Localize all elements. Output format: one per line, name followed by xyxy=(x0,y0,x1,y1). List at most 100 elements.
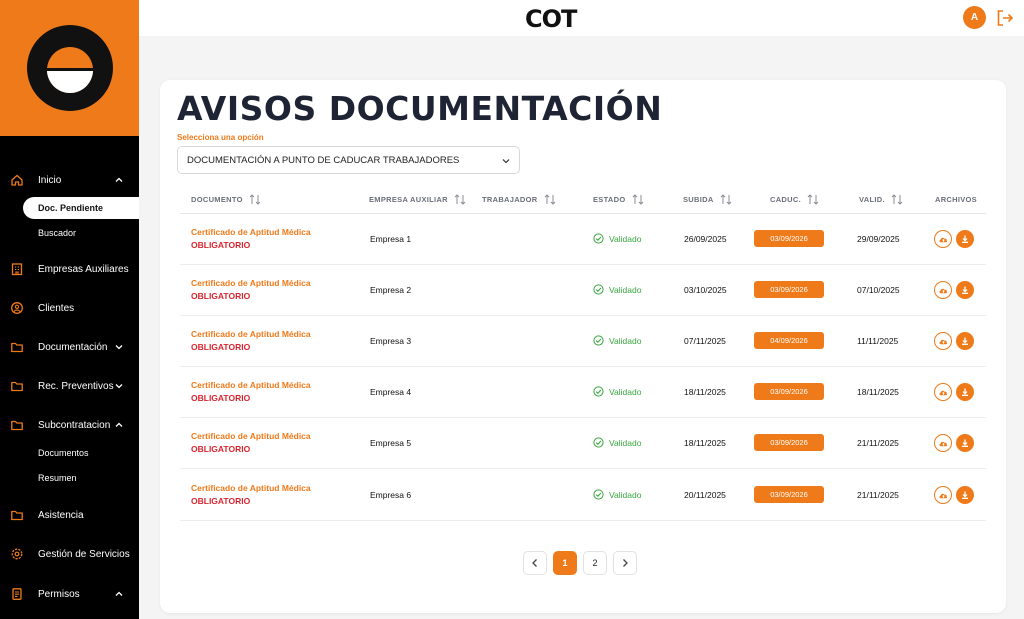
upload-file-button[interactable] xyxy=(934,383,952,401)
empresa-cell: Empresa 4 xyxy=(370,387,412,397)
sidebar-subitem-documentos[interactable]: Documentos xyxy=(23,442,139,464)
chevron-down-icon xyxy=(501,156,511,166)
table-row: Certificado de Aptitud Médica OBLIGATORI… xyxy=(180,367,986,418)
sidebar-item-subcontratacion[interactable]: Subcontratacion xyxy=(0,412,139,438)
valid-cell: 29/09/2025 xyxy=(857,234,900,244)
document-name-link[interactable]: Certificado de Aptitud Médica xyxy=(191,380,311,390)
required-flag: OBLIGATORIO xyxy=(191,393,251,403)
column-header-estado[interactable]: ESTADO xyxy=(593,192,644,206)
download-file-button[interactable] xyxy=(956,434,974,452)
empresa-cell: Empresa 5 xyxy=(370,438,412,448)
column-header-empresa-auxiliar[interactable]: EMPRESA AUXILIAR xyxy=(369,192,466,206)
services-icon xyxy=(10,547,24,561)
upload-file-button[interactable] xyxy=(934,281,952,299)
pagination-prev-button[interactable] xyxy=(523,551,547,575)
column-header-trabajador[interactable]: TRABAJADOR xyxy=(482,192,556,206)
sort-icon xyxy=(249,193,261,205)
subida-cell: 18/11/2025 xyxy=(684,438,726,448)
logout-icon[interactable] xyxy=(995,8,1015,28)
column-header-documento[interactable]: DOCUMENTO xyxy=(191,192,261,206)
check-circle-icon xyxy=(593,489,604,500)
download-icon xyxy=(962,235,968,243)
column-header-valid[interactable]: VALID. xyxy=(859,192,903,206)
download-file-button[interactable] xyxy=(956,332,974,350)
cloud-upload-icon xyxy=(939,339,947,344)
download-file-button[interactable] xyxy=(956,281,974,299)
cloud-upload-icon xyxy=(939,237,947,242)
check-circle-icon xyxy=(593,386,604,397)
chevron-up-icon xyxy=(114,175,124,185)
upload-file-button[interactable] xyxy=(934,332,952,350)
logo[interactable] xyxy=(27,25,113,111)
document-name-link[interactable]: Certificado de Aptitud Médica xyxy=(191,483,311,493)
document-name-link[interactable]: Certificado de Aptitud Médica xyxy=(191,278,311,288)
top-bar: COT A xyxy=(139,0,1024,36)
chevron-up-icon xyxy=(114,420,124,430)
document-name-link[interactable]: Certificado de Aptitud Médica xyxy=(191,431,311,441)
folder-icon xyxy=(10,508,24,522)
sidebar-subitem-buscador[interactable]: Buscador xyxy=(23,222,139,244)
sidebar-subitem-resumen[interactable]: Resumen xyxy=(23,467,139,489)
check-circle-icon xyxy=(593,233,604,244)
brand-logo[interactable]: COT xyxy=(525,5,577,33)
table-row: Certificado de Aptitud Médica OBLIGATORI… xyxy=(180,265,986,316)
caducidad-badge: 04/09/2026 xyxy=(754,332,824,349)
status-badge: Validado xyxy=(593,386,641,397)
upload-file-button[interactable] xyxy=(934,434,952,452)
required-flag: OBLIGATORIO xyxy=(191,291,251,301)
sidebar-item-permisos[interactable]: Permisos xyxy=(0,581,139,607)
caducidad-badge: 03/09/2026 xyxy=(754,486,824,503)
sort-icon xyxy=(807,193,819,205)
sidebar-item-inicio[interactable]: Inicio xyxy=(0,167,139,193)
sort-icon xyxy=(891,193,903,205)
pagination-page-2[interactable]: 2 xyxy=(583,551,607,575)
subida-cell: 26/09/2025 xyxy=(684,234,727,244)
cloud-upload-icon xyxy=(939,390,947,395)
column-header-subida[interactable]: SUBIDA xyxy=(683,192,732,206)
select-value: DOCUMENTACIÓN A PUNTO DE CADUCAR TRABAJA… xyxy=(187,154,460,166)
required-flag: OBLIGATORIO xyxy=(191,496,251,506)
cloud-upload-icon xyxy=(939,441,947,446)
check-circle-icon xyxy=(593,335,604,346)
download-icon xyxy=(962,286,968,294)
upload-file-button[interactable] xyxy=(934,230,952,248)
status-badge: Validado xyxy=(593,437,641,448)
valid-cell: 11/11/2025 xyxy=(857,336,899,346)
download-icon xyxy=(962,439,968,447)
required-flag: OBLIGATORIO xyxy=(191,444,251,454)
sort-icon xyxy=(632,193,643,205)
caducidad-badge: 03/09/2026 xyxy=(754,281,824,298)
sidebar-item-empresas-auxiliares[interactable]: Empresas Auxiliares xyxy=(0,256,139,282)
pagination-page-1[interactable]: 1 xyxy=(553,551,577,575)
option-select[interactable]: DOCUMENTACIÓN A PUNTO DE CADUCAR TRABAJA… xyxy=(177,146,520,174)
sidebar-item-rec-preventivos[interactable]: Rec. Preventivos xyxy=(0,373,139,399)
column-header-caduc[interactable]: CADUC. xyxy=(770,192,819,206)
sidebar-item-clientes[interactable]: Clientes xyxy=(0,295,139,321)
sidebar-logo-area xyxy=(0,0,139,136)
chevron-up-icon xyxy=(114,589,124,599)
folder-icon xyxy=(10,379,24,393)
chevron-down-icon xyxy=(114,381,124,391)
download-file-button[interactable] xyxy=(956,383,974,401)
upload-file-button[interactable] xyxy=(934,486,952,504)
status-badge: Validado xyxy=(593,335,641,346)
document-name-link[interactable]: Certificado de Aptitud Médica xyxy=(191,227,311,237)
sort-icon xyxy=(454,193,466,205)
sidebar-item-asistencia[interactable]: Asistencia xyxy=(0,502,139,528)
clients-icon xyxy=(10,301,24,315)
caducidad-badge: 03/09/2026 xyxy=(754,434,824,451)
download-file-button[interactable] xyxy=(956,486,974,504)
avatar[interactable]: A xyxy=(963,6,986,29)
pagination-next-button[interactable] xyxy=(613,551,637,575)
building-icon xyxy=(10,262,24,276)
table-row: Certificado de Aptitud Médica OBLIGATORI… xyxy=(180,214,986,265)
download-file-button[interactable] xyxy=(956,230,974,248)
valid-cell: 18/11/2025 xyxy=(857,387,899,397)
chevron-right-icon xyxy=(623,559,628,567)
check-circle-icon xyxy=(593,284,604,295)
sort-icon xyxy=(720,193,731,205)
sidebar-item-gestion-de-servicios[interactable]: Gestión de Servicios xyxy=(0,541,139,567)
document-name-link[interactable]: Certificado de Aptitud Médica xyxy=(191,329,311,339)
sidebar-subitem-doc-pendiente[interactable]: Doc. Pendiente xyxy=(23,197,139,219)
sidebar-item-documentacion[interactable]: Documentación xyxy=(0,334,139,360)
